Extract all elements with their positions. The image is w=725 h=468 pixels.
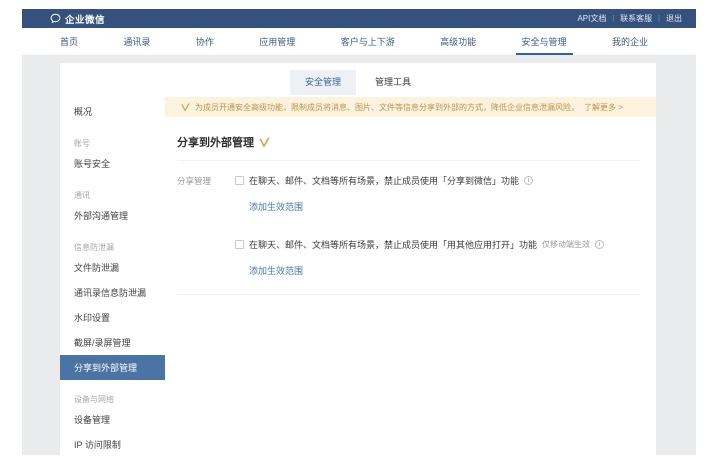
main-panel: 为成员开通安全高级功能，限制成员将消息、图片、文件等信息分享到外部的方式，降低企… xyxy=(165,95,656,455)
sidebar-item[interactable]: 设备管理 xyxy=(60,407,165,432)
content-tab[interactable]: 管理工具 xyxy=(360,70,426,95)
option-checkbox[interactable] xyxy=(235,176,244,185)
nav-tab[interactable]: 应用管理 xyxy=(257,28,297,55)
add-scope-link[interactable]: 添加生效范围 xyxy=(249,264,303,277)
divider xyxy=(177,160,640,161)
sidebar-item[interactable]: 分享到外部管理 xyxy=(60,355,165,380)
nav-tab[interactable]: 安全与管理 xyxy=(520,28,569,55)
sidebar-item[interactable]: 文件防泄漏 xyxy=(60,255,165,280)
top-bar: 企业微信 API文档 | 联系客服 | 退出 xyxy=(22,9,696,28)
option-label: 在聊天、邮件、文档等所有场景，禁止成员使用「用其他应用打开」功能 xyxy=(249,238,537,251)
option-checkbox[interactable] xyxy=(235,240,244,249)
option-group: 在聊天、邮件、文档等所有场景，禁止成员使用「分享到微信」功能 i 添加生效范围 xyxy=(235,174,640,215)
app-logo-text: 企业微信 xyxy=(65,12,105,26)
nav-tab[interactable]: 通讯录 xyxy=(121,28,152,55)
app-window: 企业微信 API文档 | 联系客服 | 退出 首页 通讯录 协作 应用管理 客户与上下游 高级功能… xyxy=(22,9,696,455)
nav-tab[interactable]: 首页 xyxy=(58,28,80,55)
premium-v-icon xyxy=(181,103,190,112)
option-row: 在聊天、邮件、文档等所有场景，禁止成员使用「分享到微信」功能 i xyxy=(235,174,640,187)
notice-text: 为成员开通安全高级功能，限制成员将消息、图片、文件等信息分享到外部的方式，降低企… xyxy=(195,102,579,113)
nav-tab[interactable]: 协作 xyxy=(194,28,216,55)
sidebar-section-label: 账号 xyxy=(60,134,165,151)
sidebar-section-label: 设备与网络 xyxy=(60,390,165,407)
sidebar-item[interactable]: 外部沟通管理 xyxy=(60,203,165,228)
option-suffix-note: 仅移动端生效 xyxy=(542,239,590,250)
sidebar-item[interactable]: 账号安全 xyxy=(60,151,165,176)
premium-v-icon xyxy=(259,137,270,148)
info-icon[interactable]: i xyxy=(524,176,533,185)
content-card: 安全管理管理工具 概况账号账号安全通讯外部沟通管理信息防泄漏文件防泄漏通讯录信息… xyxy=(60,63,656,455)
option-group: 在聊天、邮件、文档等所有场景，禁止成员使用「用其他应用打开」功能仅移动端生效 i 添… xyxy=(235,238,640,279)
nav-tab[interactable]: 我的企业 xyxy=(610,28,650,55)
info-icon[interactable]: i xyxy=(595,240,604,249)
share-options: 在聊天、邮件、文档等所有场景，禁止成员使用「分享到微信」功能i添加生效范围在聊天… xyxy=(235,174,640,279)
nav-tab[interactable]: 高级功能 xyxy=(438,28,478,55)
main-nav: 首页 通讯录 协作 应用管理 客户与上下游 高级功能 安全与管理 我的企业 xyxy=(22,28,696,56)
nav-tab[interactable]: 客户与上下游 xyxy=(339,28,397,55)
sidebar-item[interactable]: 通讯录信息防泄漏 xyxy=(60,280,165,305)
sidebar-item[interactable]: 概况 xyxy=(60,99,165,124)
sidebar-section-label: 通讯 xyxy=(60,186,165,203)
app-logo[interactable]: 企业微信 xyxy=(50,12,105,26)
sidebar-item[interactable]: 截屏/录屏管理 xyxy=(60,330,165,355)
wecom-bubble-icon xyxy=(50,13,61,24)
topbar-link-separator: | xyxy=(612,15,614,22)
sidebar-item[interactable]: IP 访问限制 xyxy=(60,432,165,455)
topbar-link-separator: | xyxy=(658,15,660,22)
divider xyxy=(177,294,640,295)
topbar-link[interactable]: 退出 xyxy=(666,13,682,24)
content-tab[interactable]: 安全管理 xyxy=(290,70,356,95)
topbar-link[interactable]: 联系客服 xyxy=(620,13,652,24)
sidebar: 概况账号账号安全通讯外部沟通管理信息防泄漏文件防泄漏通讯录信息防泄漏水印设置截屏… xyxy=(60,95,165,455)
topbar-links: API文档 | 联系客服 | 退出 xyxy=(577,13,682,24)
page-title: 分享到外部管理 xyxy=(177,134,254,150)
sidebar-item[interactable]: 水印设置 xyxy=(60,305,165,330)
option-row: 在聊天、邮件、文档等所有场景，禁止成员使用「用其他应用打开」功能仅移动端生效 i xyxy=(235,238,640,251)
topbar-link[interactable]: API文档 xyxy=(577,13,606,24)
option-label: 在聊天、邮件、文档等所有场景，禁止成员使用「分享到微信」功能 xyxy=(249,174,519,187)
sidebar-section-label: 信息防泄漏 xyxy=(60,238,165,255)
upgrade-notice-banner: 为成员开通安全高级功能，限制成员将消息、图片、文件等信息分享到外部的方式，降低企… xyxy=(165,97,656,117)
learn-more-link[interactable]: 了解更多 > xyxy=(584,102,623,113)
add-scope-link[interactable]: 添加生效范围 xyxy=(249,200,303,213)
content-tabs: 安全管理管理工具 xyxy=(60,63,656,95)
form-label: 分享管理 xyxy=(177,174,235,279)
page-background: 安全管理管理工具 概况账号账号安全通讯外部沟通管理信息防泄漏文件防泄漏通讯录信息… xyxy=(22,56,696,455)
